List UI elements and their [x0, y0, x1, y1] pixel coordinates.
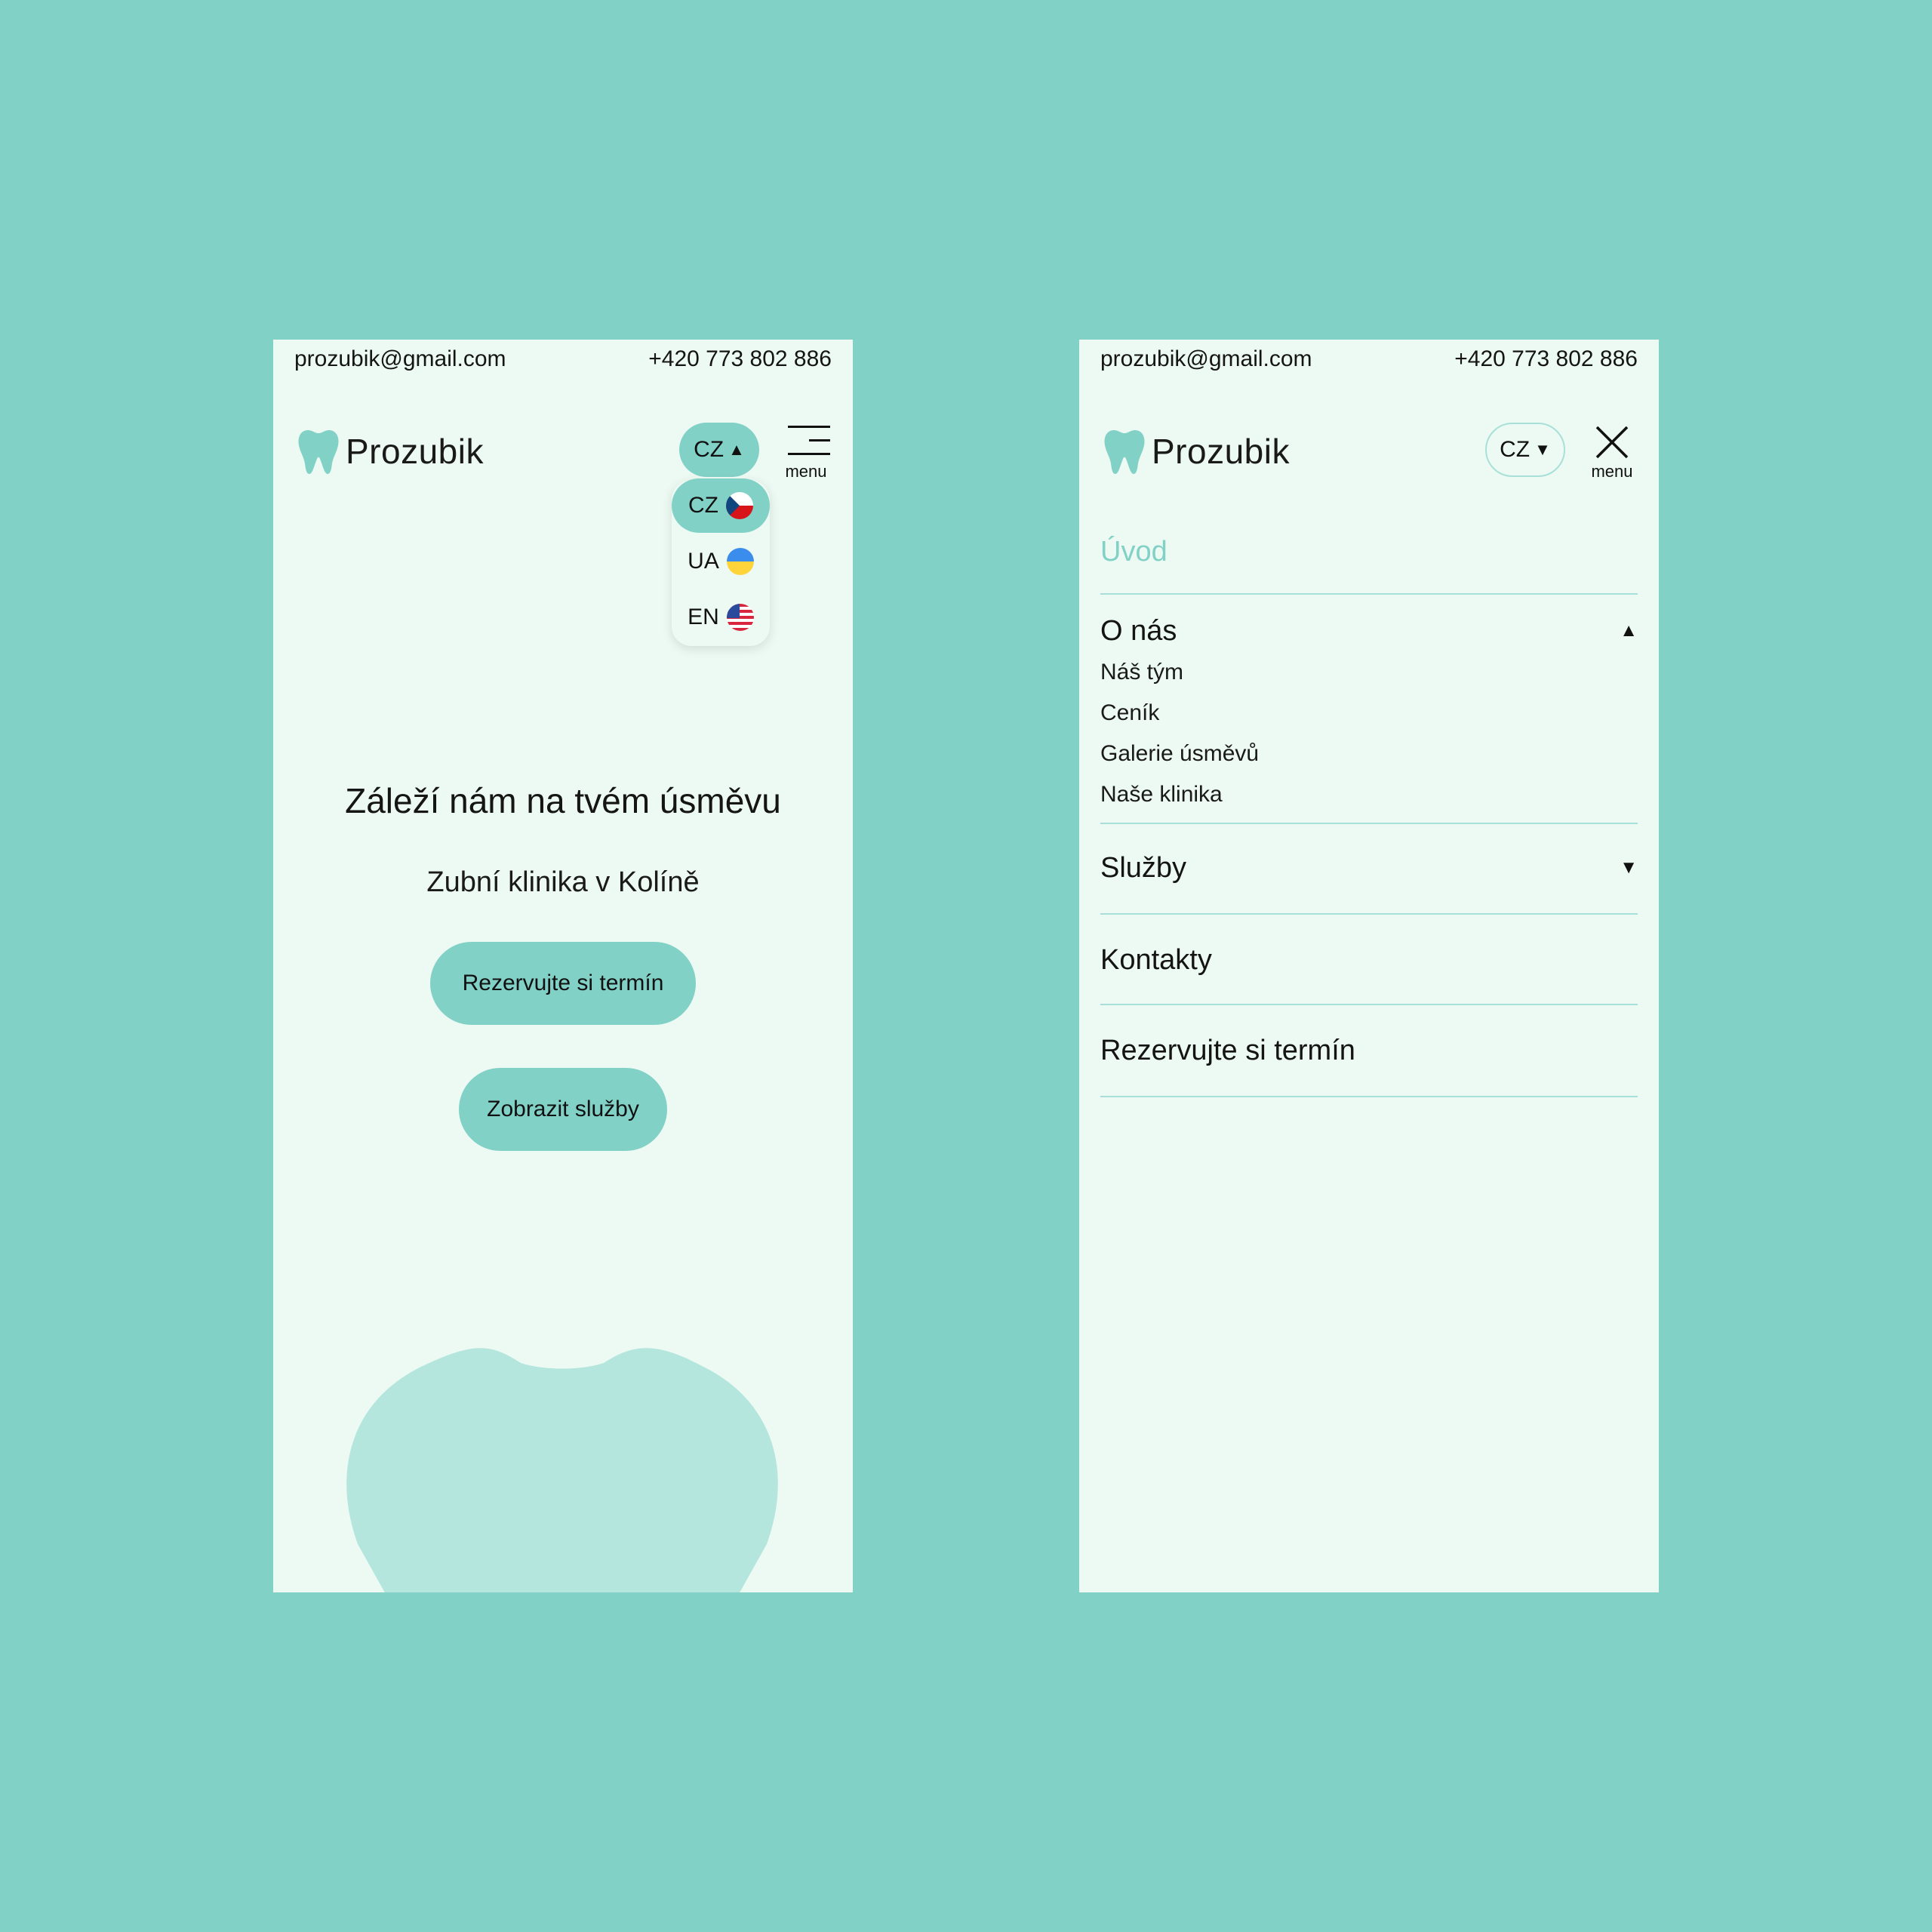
nav-item-label: Kontakty	[1100, 943, 1212, 976]
view-services-button[interactable]: Zobrazit služby	[459, 1068, 667, 1151]
caret-down-icon: ▼	[1620, 857, 1638, 878]
language-code: UA	[688, 549, 719, 574]
close-menu-button[interactable]: menu	[1585, 424, 1639, 485]
mobile-screen-menu: prozubik@gmail.com +420 773 802 886 Proz…	[1079, 340, 1659, 1592]
nav-item-kontakty[interactable]: Kontakty	[1100, 915, 1638, 1005]
submenu-o-nas: Náš tým Ceník Galerie úsměvů Naše klinik…	[1100, 652, 1638, 815]
language-selector[interactable]: CZ ▼	[1485, 423, 1565, 477]
nav-item-label: Úvod	[1100, 536, 1168, 568]
submenu-item-gallery[interactable]: Galerie úsměvů	[1100, 734, 1638, 774]
caret-up-icon: ▲	[728, 440, 745, 459]
brand-name: Prozubik	[346, 432, 484, 471]
submenu-item-team[interactable]: Náš tým	[1100, 652, 1638, 693]
menu-button[interactable]: menu	[779, 424, 833, 485]
phone-link[interactable]: +420 773 802 886	[648, 346, 832, 372]
close-icon	[1595, 426, 1629, 459]
caret-down-icon: ▼	[1534, 440, 1551, 459]
us-flag-icon	[726, 604, 754, 631]
email-link[interactable]: prozubik@gmail.com	[294, 346, 506, 372]
caret-up-icon: ▲	[1620, 620, 1638, 641]
language-code: CZ	[688, 493, 718, 518]
hero-subtitle: Zubní klinika v Kolíně	[426, 866, 700, 898]
brand-logo[interactable]: Prozubik	[297, 427, 484, 475]
brand-name: Prozubik	[1152, 432, 1290, 471]
ukraine-flag-icon	[726, 548, 754, 575]
phone-link[interactable]: +420 773 802 886	[1454, 346, 1638, 372]
language-value: CZ	[694, 437, 724, 462]
nav-item-uvod[interactable]: Úvod	[1100, 518, 1638, 595]
book-appointment-button[interactable]: Rezervujte si termín	[430, 942, 696, 1025]
language-selector[interactable]: CZ ▲	[679, 423, 759, 477]
menu-label: menu	[1591, 462, 1633, 481]
nav-item-o-nas[interactable]: O nás ▲ Náš tým Ceník Galerie úsměvů Naš…	[1100, 595, 1638, 824]
tooth-decoration	[346, 1348, 778, 1592]
language-code: EN	[688, 605, 719, 629]
contact-bar: prozubik@gmail.com +420 773 802 886	[1100, 340, 1638, 379]
tooth-icon	[1104, 430, 1145, 474]
nav-item-sluzby[interactable]: Služby ▼	[1100, 824, 1638, 915]
email-link[interactable]: prozubik@gmail.com	[1100, 346, 1312, 372]
nav-item-label: Rezervujte si termín	[1100, 1034, 1355, 1066]
language-option-ua[interactable]: UA	[672, 534, 770, 589]
czech-flag-icon	[726, 492, 753, 519]
nav-item-label: Služby	[1100, 851, 1187, 884]
submenu-item-pricing[interactable]: Ceník	[1100, 693, 1638, 734]
hamburger-icon	[788, 424, 830, 457]
hero-title: Záleží nám na tvém úsměvu	[345, 781, 781, 820]
nav-item-rezervace[interactable]: Rezervujte si termín	[1100, 1005, 1638, 1097]
mobile-screen-home: prozubik@gmail.com +420 773 802 886 Proz…	[273, 340, 853, 1592]
main-navigation: Úvod O nás ▲ Náš tým Ceník Galerie úsměv…	[1100, 518, 1638, 1097]
language-option-en[interactable]: EN	[672, 590, 770, 645]
brand-logo[interactable]: Prozubik	[1103, 427, 1290, 475]
contact-bar: prozubik@gmail.com +420 773 802 886	[294, 340, 832, 379]
language-value: CZ	[1500, 437, 1531, 462]
menu-label: menu	[785, 462, 827, 481]
language-option-cz[interactable]: CZ	[672, 478, 770, 533]
submenu-item-clinic[interactable]: Naše klinika	[1100, 774, 1638, 815]
tooth-icon	[298, 430, 339, 474]
language-dropdown: CZ UA EN	[672, 478, 770, 646]
nav-item-label: O nás	[1100, 614, 1177, 647]
